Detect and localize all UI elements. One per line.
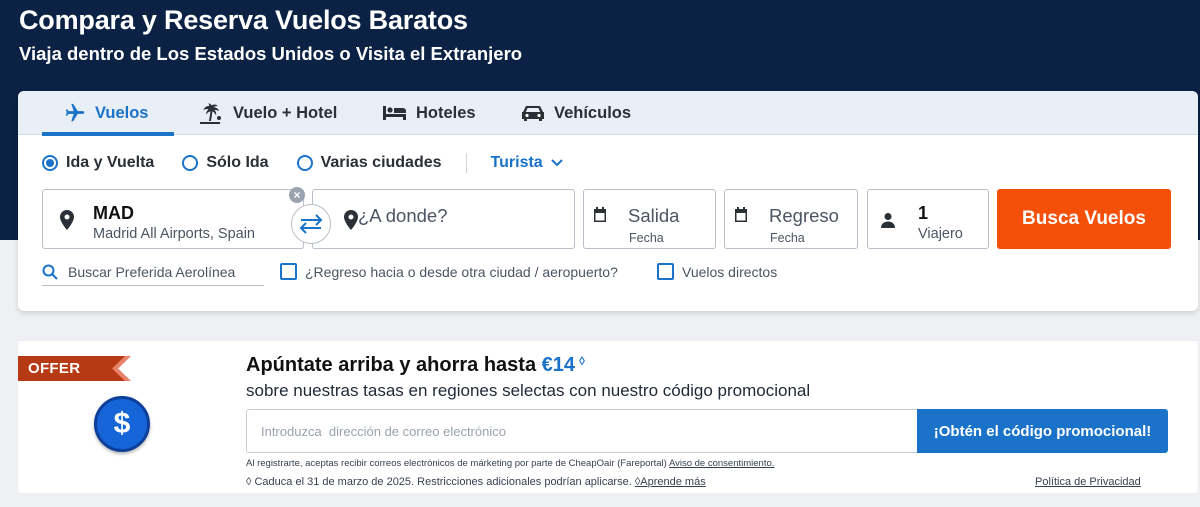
origin-field[interactable]: MAD Madrid All Airports, Spain — [42, 189, 304, 249]
radio-multi-city[interactable]: Varias ciudades — [296, 154, 442, 172]
email-placeholder: Introduzca dirección de correo electróni… — [261, 423, 506, 439]
travelers-count: 1 — [918, 203, 929, 223]
return-label: Regreso — [769, 205, 839, 226]
get-promo-code-button[interactable]: ¡Obtén el código promocional! — [917, 409, 1168, 453]
promo-amount: €14 — [541, 354, 576, 376]
beach-icon — [200, 103, 221, 124]
privacy-policy-link[interactable]: Política de Privacidad — [1035, 476, 1141, 488]
travelers-field[interactable]: 1 Viajero — [867, 189, 989, 249]
page-title: Compara y Reserva Vuelos Baratos — [19, 5, 468, 35]
expiry-notice: ◊ Caduca el 31 de marzo de 2025. Restric… — [246, 476, 706, 488]
clear-origin-icon[interactable]: × — [289, 187, 305, 203]
search-panel: Vuelos Vuelo + Hotel Hoteles Vehículos I… — [18, 91, 1198, 311]
radio-button[interactable] — [296, 155, 313, 171]
promo-amount-mark: ◊ — [579, 354, 585, 368]
radio-round-trip[interactable]: Ida y Vuelta — [42, 154, 154, 172]
departure-date-field[interactable]: Salida Fecha — [583, 189, 716, 249]
checkbox-label: Vuelos directos — [682, 263, 778, 280]
tab-label: Hoteles — [416, 103, 476, 122]
promo-banner: OFFER $ Apúntate arriba y ahorra hasta €… — [18, 341, 1198, 493]
radio-label: Ida y Vuelta — [66, 154, 155, 171]
promo-title-text: Apúntate arriba y ahorra hasta — [246, 354, 537, 376]
direct-flights-checkbox[interactable]: Vuelos directos — [657, 263, 777, 280]
tab-flights[interactable]: Vuelos — [64, 91, 149, 135]
email-input[interactable]: Introduzca dirección de correo electróni… — [246, 409, 917, 453]
expiry-text: ◊ Caduca el 31 de marzo de 2025. Restric… — [246, 476, 632, 488]
cabin-class-value: Turista — [490, 154, 543, 171]
chevron-down-icon — [550, 159, 563, 167]
promo-subtitle: sobre nuestras tasas en regiones selecta… — [246, 381, 811, 400]
person-icon — [881, 213, 895, 228]
tab-label: Vuelos — [95, 103, 149, 122]
swap-airports-button[interactable] — [291, 204, 331, 244]
return-date-field[interactable]: Regreso Fecha — [724, 189, 858, 249]
location-pin-icon — [344, 210, 358, 230]
return-sublabel: Fecha — [770, 231, 805, 245]
calendar-icon — [594, 207, 606, 222]
calendar-icon — [735, 207, 747, 222]
learn-more-link[interactable]: ◊Aprende más — [635, 476, 706, 488]
radio-button[interactable] — [42, 155, 58, 171]
divider — [465, 153, 467, 173]
tab-label: Vuelo + Hotel — [233, 103, 338, 122]
consent-notice-link[interactable]: Aviso de consentimiento. — [669, 458, 774, 469]
tab-flight-hotel[interactable]: Vuelo + Hotel — [200, 91, 337, 135]
location-pin-icon — [60, 210, 74, 230]
trip-type-group: Ida y Vuelta Sólo Ida Varias ciudades Tu… — [42, 152, 563, 174]
active-tab-indicator — [42, 132, 174, 136]
legal-text: Al registrarte, aceptas recibir correos … — [246, 458, 667, 469]
radio-label: Varias ciudades — [320, 154, 442, 171]
car-icon — [522, 106, 544, 121]
departure-sublabel: Fecha — [629, 231, 664, 245]
dollar-coin-icon: $ — [94, 396, 150, 452]
search-flights-button[interactable]: Busca Vuelos — [997, 189, 1171, 249]
promo-title: Apúntate arriba y ahorra hasta €14 ◊ — [246, 354, 585, 377]
travelers-label: Viajero — [918, 226, 963, 242]
search-icon — [42, 264, 58, 280]
coin-symbol: $ — [113, 407, 131, 440]
tab-hotels[interactable]: Hoteles — [383, 91, 476, 135]
offer-ribbon-label: OFFER — [28, 360, 81, 377]
checkbox[interactable] — [657, 263, 674, 280]
checkbox[interactable] — [280, 263, 297, 280]
tab-label: Vehículos — [554, 103, 632, 122]
airline-placeholder: Buscar Preferida Aerolínea — [68, 264, 236, 280]
departure-label: Salida — [628, 205, 680, 226]
radio-button[interactable] — [182, 155, 199, 171]
radio-label: Sólo Ida — [206, 154, 269, 171]
swap-arrows-icon — [299, 214, 323, 234]
legal-notice: Al registrarte, aceptas recibir correos … — [246, 458, 774, 469]
destination-field[interactable]: ¿A donde? — [312, 189, 575, 249]
radio-one-way[interactable]: Sólo Ida — [182, 154, 269, 172]
checkbox-label: ¿Regreso hacia o desde otra ciudad / aer… — [305, 263, 618, 280]
cabin-class-select[interactable]: Turista — [491, 154, 563, 172]
destination-placeholder: ¿A donde? — [358, 205, 448, 226]
tab-cars[interactable]: Vehículos — [521, 91, 631, 135]
origin-name: Madrid All Airports, Spain — [93, 226, 255, 242]
airplane-icon — [65, 103, 85, 122]
preferred-airline-input[interactable]: Buscar Preferida Aerolínea — [42, 259, 264, 286]
different-return-checkbox[interactable]: ¿Regreso hacia o desde otra ciudad / aer… — [280, 263, 618, 280]
origin-code: MAD — [93, 203, 134, 223]
product-tabs: Vuelos Vuelo + Hotel Hoteles Vehículos — [18, 91, 1198, 136]
page-subtitle: Viaja dentro de Los Estados Unidos o Vis… — [19, 43, 523, 64]
bed-icon — [383, 106, 406, 120]
